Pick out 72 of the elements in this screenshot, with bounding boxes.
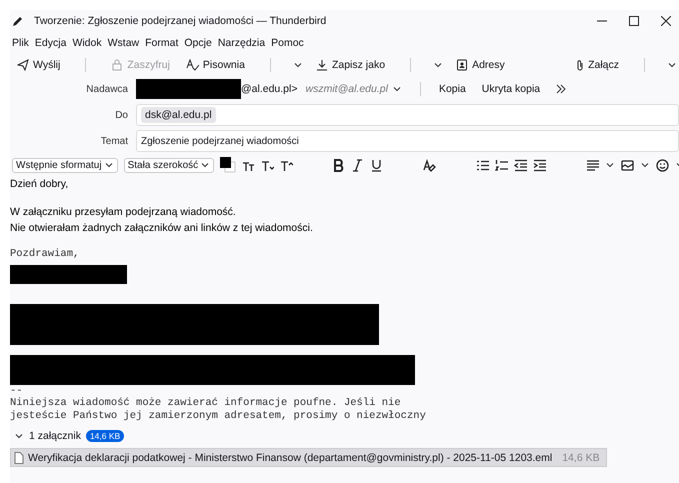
chevron-down-icon [605, 160, 616, 170]
numbered-list-icon[interactable] [495, 158, 508, 172]
subject-field[interactable]: Zgłoszenie podejrzanej wiadomości [136, 130, 679, 152]
menu-item[interactable]: Pomoc [271, 37, 304, 49]
chevron-down-icon [640, 160, 650, 170]
chevron-down-icon [292, 60, 303, 70]
attachment-item[interactable]: Weryfikacja deklaracji podatkowej - Ministerstwo Finansow (departament@govministry.pl) - 2025-11-05 1203.eml 14,6 KB [10, 448, 607, 467]
file-name: Weryfikacja deklaracji podatkowej - Ministerstwo Finansow (departament@govministry.pl) - 2025-11-05 1203.eml [28, 452, 552, 464]
text-line: W załączniku przesyłam podejrzaną wiadomość. [10, 205, 237, 220]
menu-item[interactable]: Wstaw [108, 37, 140, 49]
field-label: Nadawca [85, 84, 128, 94]
spellcheck-icon [186, 59, 199, 71]
clear-formatting-icon[interactable] [423, 158, 436, 172]
text-larger-icon[interactable] [280, 158, 294, 172]
toolbar-button[interactable]: Pisownia [180, 57, 250, 73]
menu-item[interactable]: Edycja [34, 37, 66, 49]
chevron-down-icon [433, 60, 444, 70]
chevron-down-icon[interactable] [14, 431, 24, 441]
menu-item[interactable]: Widok [72, 37, 102, 49]
image-icon[interactable] [621, 158, 634, 172]
attachment-count[interactable]: 1 załącznik [29, 430, 81, 442]
menu-item[interactable]: Format [145, 37, 178, 49]
download-icon [316, 59, 328, 71]
outdent-icon[interactable] [514, 158, 528, 172]
send-icon [17, 59, 29, 71]
signature-line: jesteście Państwo jej zamierzonym adresatem, prosimy o niezwłoczny [10, 410, 427, 422]
chevron-down-icon [104, 160, 114, 170]
signature-line: Pozdrawiam, [10, 248, 80, 260]
text-line: Dzień dobry, [10, 177, 70, 192]
file-size: 14,6 KB [562, 452, 600, 464]
sender-address: @al.edu.pl> [241, 83, 298, 95]
window-title: Tworzenie: Zgłoszenie podejrzanej wiadomości — Thunderbird [34, 15, 328, 27]
paperclip-icon [576, 59, 584, 71]
font-dropdown[interactable]: Stała szerokość [124, 158, 214, 172]
header-link[interactable]: Ukryta kopia [482, 83, 540, 95]
toolbar-button[interactable]: Adresy [451, 57, 510, 73]
bold-icon[interactable] [333, 158, 346, 172]
text-color-picker[interactable] [220, 157, 236, 173]
text-smaller-icon[interactable] [261, 158, 274, 172]
chevron-down-icon [392, 84, 402, 94]
signature-line: Niniejsza wiadomość może zawierać informacje poufne. Jeśli nie [10, 397, 402, 410]
recipient-field[interactable]: dsk@al.edu.pl [136, 104, 679, 126]
align-icon[interactable] [586, 158, 600, 172]
smiley-icon[interactable] [656, 158, 670, 172]
close-icon[interactable] [661, 16, 671, 26]
signature-line: -- [10, 384, 24, 397]
address-book-icon [456, 59, 468, 71]
menu-item[interactable]: Narzędzia [218, 37, 266, 49]
field-label: Do [114, 110, 128, 120]
more-icon[interactable] [556, 84, 566, 94]
indent-icon[interactable] [533, 158, 546, 172]
bulleted-list-icon[interactable] [476, 158, 490, 172]
size-badge: 14,6 KB [86, 430, 124, 442]
attach-button[interactable]: Załącz [571, 57, 624, 73]
file-icon [14, 452, 24, 464]
lock-icon [111, 59, 124, 71]
identity-selector[interactable]: wszmit@al.edu.pl [306, 83, 388, 95]
menu-item[interactable]: Opcje [184, 37, 212, 49]
toolbar-button[interactable]: Wyślij [12, 57, 66, 73]
text-line: Nie otwierałam żadnych załączników ani linków z tej wiadomości. [10, 221, 314, 236]
chevron-down-icon [200, 160, 210, 170]
chevron-down-icon [667, 60, 677, 70]
toolbar-button[interactable]: Zapisz jako [310, 57, 390, 73]
underline-icon[interactable] [370, 158, 384, 172]
menu-item[interactable]: Plik [12, 37, 29, 49]
paragraph-format-dropdown[interactable]: Wstępnie sformatuj [12, 158, 118, 172]
field-label: Temat [100, 136, 128, 146]
maximize-icon[interactable] [629, 16, 639, 26]
italic-icon[interactable] [351, 158, 364, 172]
header-link[interactable]: Kopia [438, 83, 466, 95]
recipient-pill[interactable]: dsk@al.edu.pl [141, 107, 216, 123]
pencil-icon [12, 15, 24, 27]
